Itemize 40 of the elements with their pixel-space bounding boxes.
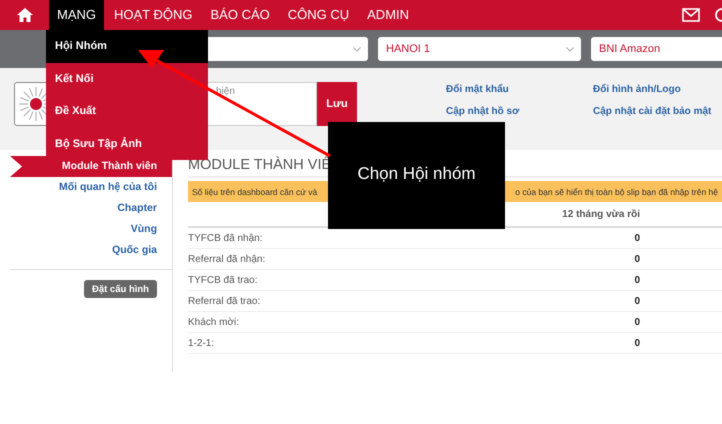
table-cell-text: 0 <box>633 338 640 348</box>
sidebar-item[interactable]: Mối quan hệ của tôi <box>10 177 172 198</box>
table-cell-text: 0 <box>633 316 640 328</box>
table-cell-text: 0 <box>633 274 640 286</box>
profile-link[interactable]: Đổi mật khẩu <box>446 84 593 106</box>
nav-menu-item[interactable]: CÔNG CỤ <box>280 0 358 30</box>
dropdown-select[interactable]: BNI Amazon <box>591 37 722 61</box>
configure-button[interactable]: Đặt cấu hình <box>84 280 157 298</box>
menu-item[interactable]: Kết Nối <box>46 62 208 95</box>
table-cell-text: Referral đã trao: <box>188 296 262 306</box>
table-cell-text: 1-2-1: <box>188 338 216 348</box>
caret-icon <box>353 47 361 52</box>
sidebar-item[interactable]: Chapter <box>10 198 172 219</box>
warning-text: o của bạn sẽ hiển thị toàn bộ slip bạn đã nhập trên hệ <box>515 186 718 196</box>
nav-menu-item[interactable]: ADMIN <box>359 0 418 30</box>
nav-menu-item[interactable]: HOẠT ĐỘNG <box>106 0 200 30</box>
save-button[interactable]: Lưu <box>317 82 357 126</box>
table-cell-text: 0 <box>633 254 640 264</box>
table-cell-text: 0 <box>633 296 640 306</box>
table-cell-text: Referral đã nhận: <box>188 254 266 264</box>
table-cell-text: TYFCB đã trao: <box>188 274 258 286</box>
nav-menu-item[interactable]: MẠNG <box>49 0 104 30</box>
table-cell-text: TYFCB đã nhận: <box>188 232 264 244</box>
profile-link[interactable]: Đổi hình ảnh/Logo <box>593 84 712 106</box>
input-field[interactable]: hiện <box>205 82 317 126</box>
menu-item[interactable]: Đề Xuất <box>46 95 208 128</box>
sidebar-item[interactable]: Vùng <box>10 219 172 240</box>
profile-link[interactable]: Cập nhật hồ sơ <box>446 106 593 128</box>
mail-icon[interactable] <box>682 8 700 22</box>
table-cell-text: 0 <box>633 232 640 244</box>
dropdown-select[interactable]: HANOI 1 <box>378 37 581 61</box>
table-cell-text: Khách mời: <box>188 316 240 328</box>
warning-text: Số liệu trên dashboard căn cứ và <box>192 186 318 196</box>
nav-menu-item[interactable]: BÁO CÁO <box>202 0 278 30</box>
caret-icon <box>566 47 574 52</box>
sidebar-item[interactable]: Quốc gia <box>10 240 172 261</box>
column-header: 12 tháng vừa rồi <box>561 208 640 220</box>
home-icon[interactable] <box>17 8 33 22</box>
menu-item[interactable]: Hội Nhóm <box>46 30 208 62</box>
profile-link[interactable]: Cập nhật cài đặt bảo mật <box>593 106 712 128</box>
